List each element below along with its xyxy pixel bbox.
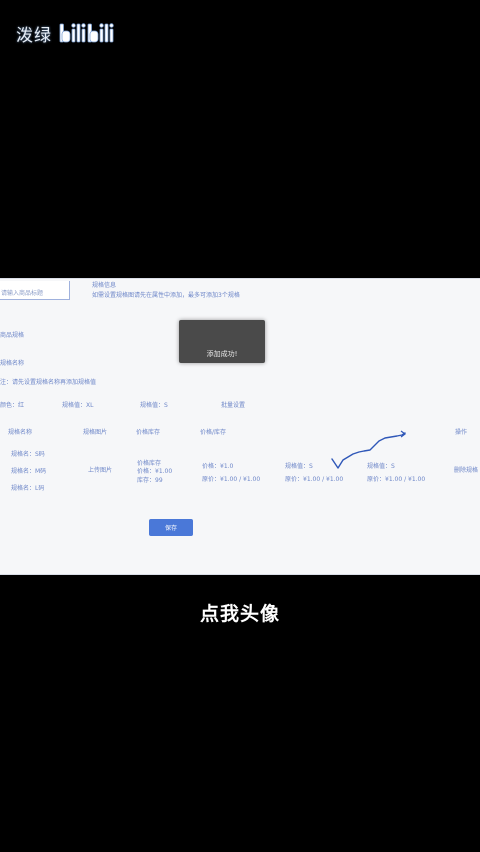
th-price-stock: 价格库存 xyxy=(136,429,161,436)
delete-spec-link[interactable]: 删除规格 xyxy=(454,465,478,474)
caption: 点我头像 xyxy=(199,603,280,625)
watermark: 泼绿 xyxy=(16,20,122,46)
bilibili-logo-icon xyxy=(59,23,114,43)
section-desc: 如需设置规格图请先在属性中添加，最多可添加3个规格 xyxy=(92,292,240,299)
label-spec-name: 规格名称 xyxy=(0,360,25,367)
watermark-text: 泼绿 xyxy=(16,25,52,46)
batch-set-link[interactable]: 批量设置 xyxy=(221,400,245,409)
th-actions: 操作 xyxy=(455,429,468,436)
th-spec-image: 规格图片 xyxy=(83,429,108,436)
section-title: 规格信息 xyxy=(92,282,117,289)
th-spec-name: 规格名称 xyxy=(8,429,33,436)
upload-image-link[interactable]: 上传图片 xyxy=(88,465,112,474)
row-spec-3: 规格名：L码 xyxy=(11,485,45,492)
toast: 添加成功! xyxy=(179,320,265,363)
pen-annotation xyxy=(331,430,406,469)
row-stock: 库存：99 xyxy=(137,477,163,484)
spec-chip-1[interactable]: 颜色：红 xyxy=(0,400,24,409)
th-price-stock-2: 价格/库存 xyxy=(200,429,227,436)
toast-text: 添加成功! xyxy=(206,350,238,358)
row-cell-4a: 价格：¥1.0 xyxy=(202,463,234,470)
title-input-placeholder: 请输入商品标题 xyxy=(1,290,44,297)
row-price: 价格：¥1.00 xyxy=(137,468,173,475)
spec-chip-2[interactable]: 规格值：XL xyxy=(62,400,93,409)
row-spec-1: 规格名：S码 xyxy=(11,451,45,458)
hint-text: 注：请先设置规格名称再添加规格值 xyxy=(0,379,97,386)
spec-chip-3[interactable]: 规格值：S xyxy=(140,400,168,409)
embedded-screen: 请输入商品标题 规格信息 如需设置规格图请先在属性中添加，最多可添加3个规格 商… xyxy=(0,278,480,575)
label-spec: 商品规格 xyxy=(0,332,25,339)
row-cell-5a: 规格值：S xyxy=(285,463,313,470)
row-spec-2: 规格名：M码 xyxy=(11,468,47,475)
save-button[interactable]: 保存 xyxy=(149,519,193,536)
row-cell-4b: 原价：¥1.00 / ¥1.00 xyxy=(202,476,261,483)
title-input[interactable]: 请输入商品标题 xyxy=(0,281,70,300)
